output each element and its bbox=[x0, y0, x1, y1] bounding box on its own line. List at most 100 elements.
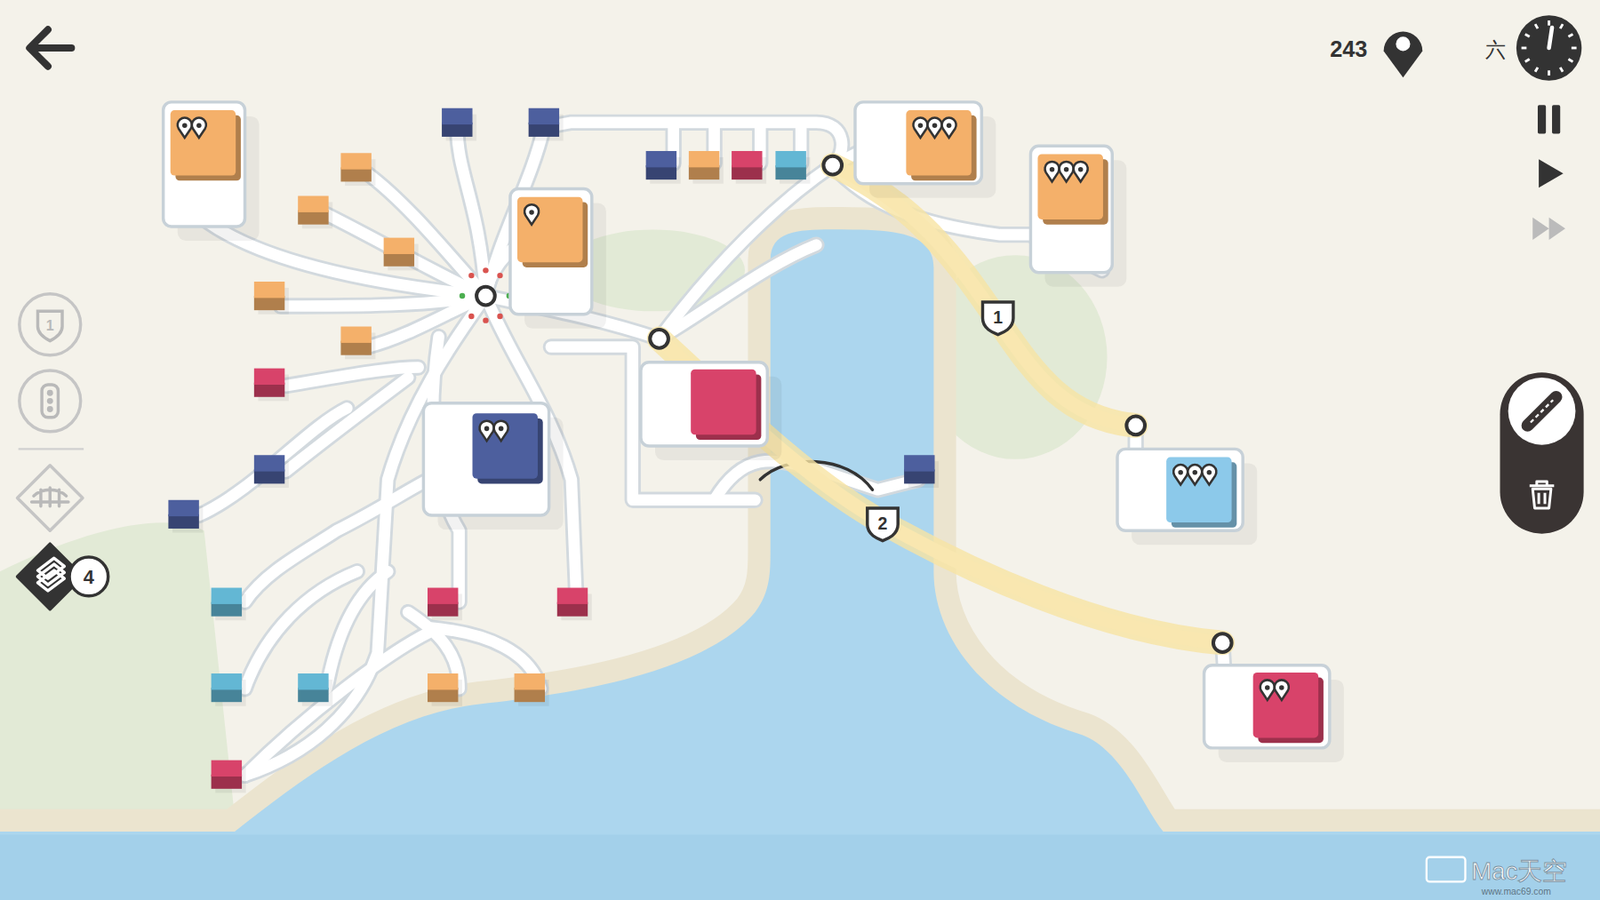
back-arrow-icon[interactable] bbox=[29, 29, 72, 66]
pin-icon bbox=[1260, 680, 1275, 701]
pin-icon bbox=[1274, 680, 1289, 701]
destination bbox=[1204, 665, 1344, 763]
delete-tool[interactable] bbox=[1529, 481, 1555, 509]
pause-button[interactable] bbox=[1537, 104, 1560, 134]
pin-icon bbox=[494, 421, 509, 442]
pin-icon bbox=[192, 118, 207, 139]
pin-icon bbox=[1073, 161, 1088, 183]
demand-pins bbox=[177, 118, 207, 139]
pin-icon bbox=[912, 118, 928, 139]
pin-icon bbox=[524, 204, 539, 225]
interchange bbox=[649, 329, 669, 349]
houses bbox=[168, 108, 939, 794]
watermark-url: www.mac69.com bbox=[1480, 887, 1552, 897]
road-tool[interactable] bbox=[1508, 377, 1576, 446]
trash-icon bbox=[1529, 481, 1555, 509]
destination bbox=[163, 102, 260, 241]
pin-icon bbox=[1187, 464, 1202, 486]
house bbox=[731, 151, 767, 184]
highway-label: 1 bbox=[992, 307, 1003, 328]
house bbox=[254, 281, 289, 315]
watermark: Mac天空www.mac69.com bbox=[1426, 857, 1568, 897]
house bbox=[211, 588, 247, 622]
interchange bbox=[1126, 416, 1145, 436]
highways: 12 bbox=[659, 165, 1224, 644]
house bbox=[340, 152, 376, 186]
score-count: 243 bbox=[1329, 36, 1368, 62]
highway-label: 2 bbox=[878, 513, 888, 534]
demand-pins bbox=[1260, 680, 1289, 701]
pin-icon bbox=[1059, 161, 1074, 183]
destination bbox=[640, 362, 782, 461]
highway-tool[interactable]: 4 bbox=[17, 544, 109, 610]
interchange bbox=[823, 156, 842, 176]
house bbox=[340, 327, 376, 360]
house bbox=[557, 588, 592, 622]
road-network bbox=[199, 122, 1225, 776]
house bbox=[297, 673, 333, 707]
house bbox=[211, 673, 247, 707]
pin-icon bbox=[1201, 464, 1216, 486]
fast-forward-button[interactable] bbox=[1532, 217, 1566, 240]
demand-pins bbox=[1173, 464, 1216, 486]
edit-toolbar bbox=[1500, 372, 1584, 534]
interchange bbox=[476, 287, 496, 306]
water bbox=[0, 229, 1600, 900]
house bbox=[427, 588, 463, 622]
house bbox=[254, 455, 289, 488]
motorway-shield-icon bbox=[37, 311, 63, 341]
demand-pins bbox=[524, 204, 539, 225]
demand-pins bbox=[480, 421, 509, 442]
count-badge bbox=[69, 557, 109, 597]
house bbox=[254, 368, 289, 402]
demand-pins bbox=[912, 118, 956, 139]
interchange bbox=[1213, 633, 1232, 653]
highway-shield-icon bbox=[867, 508, 898, 542]
highway-count: 4 bbox=[83, 566, 95, 589]
hud: 243 六 1 4 bbox=[17, 15, 1584, 609]
pin-icon bbox=[942, 118, 957, 139]
bridge-icon bbox=[32, 488, 69, 507]
destination bbox=[510, 188, 607, 328]
house bbox=[297, 196, 333, 230]
highway-shield-icon bbox=[982, 302, 1013, 336]
house bbox=[514, 673, 550, 707]
destination bbox=[1117, 448, 1257, 545]
play-button[interactable] bbox=[1538, 159, 1564, 188]
motorway-label: 1 bbox=[46, 317, 55, 334]
road-icon bbox=[1527, 397, 1556, 426]
house bbox=[646, 151, 681, 184]
terrain bbox=[0, 0, 1600, 900]
pin-icon bbox=[927, 118, 942, 139]
map-canvas[interactable]: 12243六14Mac天空www.mac69.com bbox=[0, 0, 1600, 900]
motorway-tool[interactable]: 1 bbox=[19, 294, 81, 356]
house bbox=[775, 151, 810, 184]
clock-icon bbox=[1516, 15, 1582, 81]
house bbox=[904, 455, 939, 488]
house bbox=[168, 500, 203, 534]
traffic-light-icon bbox=[41, 384, 58, 418]
pin-icon bbox=[1173, 464, 1188, 486]
house bbox=[427, 673, 463, 707]
watermark-text: Mac天空 bbox=[1471, 857, 1568, 886]
house bbox=[384, 238, 419, 272]
traffic-light-tool[interactable] bbox=[19, 370, 81, 432]
game-screen: 12243六14Mac天空www.mac69.com bbox=[0, 0, 1600, 900]
house bbox=[528, 108, 564, 142]
house bbox=[441, 108, 477, 142]
demand-pins bbox=[1045, 161, 1088, 183]
pin-icon bbox=[1384, 32, 1424, 79]
weekday-label: 六 bbox=[1485, 38, 1506, 62]
pin-icon bbox=[177, 118, 192, 139]
house bbox=[211, 760, 247, 794]
highway-icon bbox=[37, 558, 64, 592]
destination bbox=[1030, 145, 1127, 287]
junctions bbox=[459, 156, 1232, 653]
destinations bbox=[163, 102, 1344, 763]
pin-icon bbox=[480, 421, 495, 442]
destination bbox=[423, 403, 563, 530]
shore bbox=[0, 229, 1600, 900]
bridge-tool[interactable] bbox=[17, 465, 83, 532]
house bbox=[688, 151, 724, 184]
destination bbox=[855, 102, 996, 199]
